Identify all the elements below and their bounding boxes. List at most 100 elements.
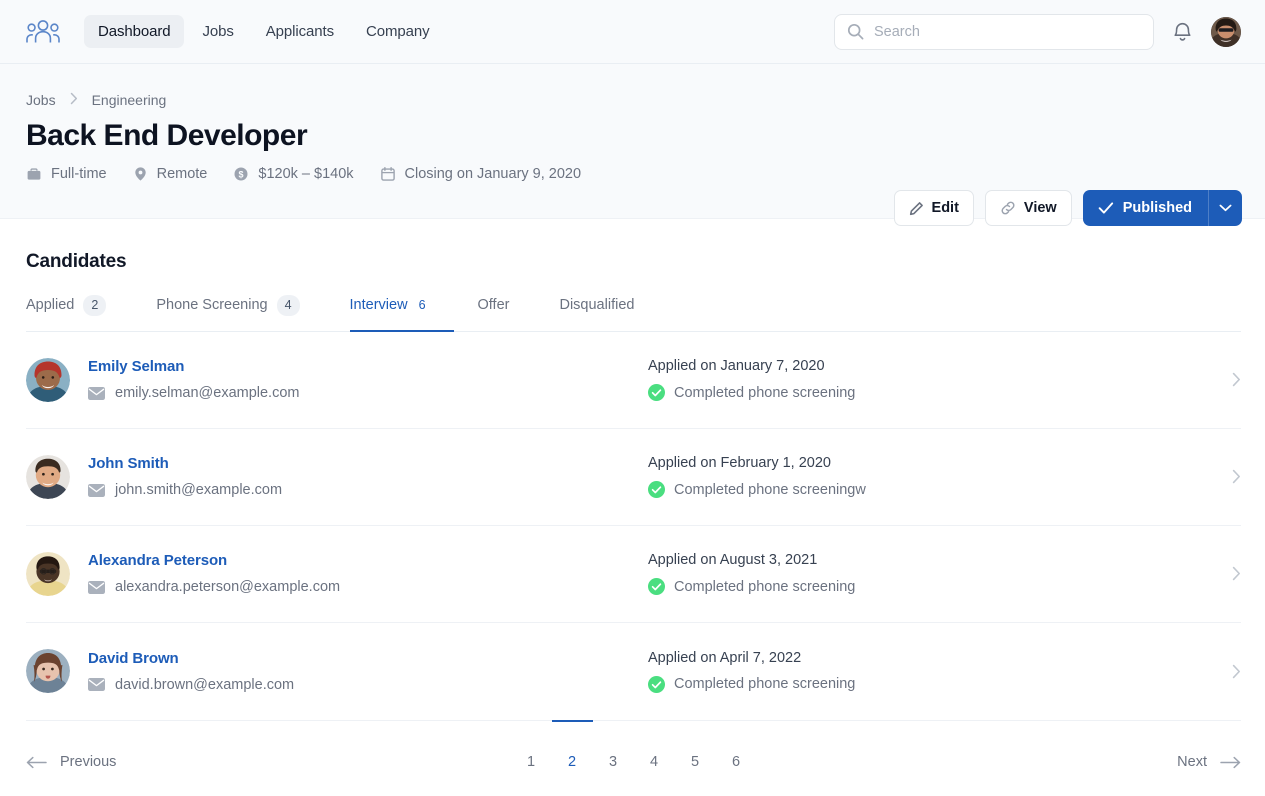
edit-button[interactable]: Edit — [894, 190, 974, 226]
candidate-status-column: Applied on February 1, 2020 Completed ph… — [648, 455, 1211, 498]
pagination-previous[interactable]: Previous — [26, 721, 116, 790]
candidate-name-link[interactable]: Alexandra Peterson — [88, 552, 648, 569]
candidate-status-column: Applied on April 7, 2022 Completed phone… — [648, 650, 1211, 693]
job-meta-closing-label: Closing on January 9, 2020 — [405, 166, 582, 182]
table-row[interactable]: David Brown david.brown@example.com Appl… — [26, 623, 1241, 720]
pagination-page-1[interactable]: 1 — [511, 720, 552, 790]
breadcrumb-jobs[interactable]: Jobs — [26, 92, 56, 108]
row-chevron[interactable] — [1211, 469, 1241, 484]
job-header-section: Jobs Engineering Back End Developer Full… — [0, 64, 1265, 219]
candidate-email-text: david.brown@example.com — [115, 677, 294, 693]
candidates-section: Candidates Applied 2 Phone Screening 4 I… — [0, 251, 1265, 790]
candidate-avatar — [26, 649, 70, 693]
tab-disqualified-label: Disqualified — [559, 297, 634, 313]
search-box[interactable] — [834, 14, 1154, 50]
candidate-name-link[interactable]: John Smith — [88, 455, 648, 472]
pagination-next[interactable]: Next — [1177, 721, 1241, 790]
chevron-right-icon — [1232, 566, 1241, 581]
search-icon — [847, 23, 864, 40]
avatar[interactable] — [1211, 17, 1241, 47]
tab-phone-screening-label: Phone Screening — [156, 297, 267, 313]
chevron-right-icon — [1232, 469, 1241, 484]
tab-applied[interactable]: Applied 2 — [26, 295, 132, 332]
candidate-email-text: alexandra.peterson@example.com — [115, 579, 340, 595]
tab-phone-screening[interactable]: Phone Screening 4 — [156, 295, 325, 332]
envelope-icon — [88, 581, 105, 594]
envelope-icon — [88, 678, 105, 691]
app-logo[interactable] — [26, 16, 70, 48]
arrow-right-icon — [1220, 756, 1241, 769]
job-meta-location-label: Remote — [157, 166, 208, 182]
candidate-email: alexandra.peterson@example.com — [88, 579, 648, 595]
calendar-icon — [380, 166, 396, 182]
candidate-status-text: Completed phone screening — [674, 385, 855, 401]
briefcase-icon — [26, 166, 42, 182]
chevron-right-icon — [1232, 664, 1241, 679]
nav-link-company[interactable]: Company — [352, 15, 444, 48]
published-status-button[interactable]: Published — [1083, 190, 1208, 226]
view-button[interactable]: View — [985, 190, 1072, 226]
nav-link-jobs[interactable]: Jobs — [188, 15, 247, 48]
check-circle-icon — [648, 481, 665, 498]
candidate-status-column: Applied on August 3, 2021 Completed phon… — [648, 552, 1211, 595]
pagination-page-3[interactable]: 3 — [593, 720, 634, 790]
tab-phone-screening-count: 4 — [277, 295, 300, 316]
row-chevron[interactable] — [1211, 566, 1241, 581]
job-meta-employment-type: Full-time — [26, 166, 107, 182]
published-dropdown-button[interactable] — [1208, 190, 1242, 226]
pagination-page-6[interactable]: 6 — [716, 720, 757, 790]
arrow-left-icon — [26, 756, 47, 769]
candidate-info: John Smith john.smith@example.com — [88, 455, 648, 498]
candidate-stage-status: Completed phone screening — [648, 676, 1211, 693]
candidate-name-link[interactable]: David Brown — [88, 650, 648, 667]
job-meta-closing-date: Closing on January 9, 2020 — [380, 166, 582, 182]
top-navigation-bar: Dashboard Jobs Applicants Company — [0, 0, 1265, 64]
candidate-info: Alexandra Peterson alexandra.peterson@ex… — [88, 552, 648, 595]
candidate-avatar — [26, 455, 70, 499]
job-meta-salary-label: $120k – $140k — [258, 166, 353, 182]
svg-text:$: $ — [239, 170, 244, 180]
search-input[interactable] — [874, 24, 1141, 40]
candidate-status-text: Completed phone screening — [674, 579, 855, 595]
candidate-email: john.smith@example.com — [88, 482, 648, 498]
tab-interview[interactable]: Interview 6 — [350, 295, 454, 332]
tab-interview-count: 6 — [417, 295, 428, 316]
published-status-button-group: Published — [1083, 190, 1242, 226]
row-chevron[interactable] — [1211, 372, 1241, 387]
nav-link-dashboard[interactable]: Dashboard — [84, 15, 184, 48]
pagination-previous-label: Previous — [60, 754, 116, 770]
candidate-name-link[interactable]: Emily Selman — [88, 358, 648, 375]
pagination-page-4[interactable]: 4 — [634, 720, 675, 790]
candidate-status-text: Completed phone screeningw — [674, 482, 866, 498]
pagination-page-5[interactable]: 5 — [675, 720, 716, 790]
currency-dollar-icon: $ — [233, 166, 249, 182]
candidate-email: emily.selman@example.com — [88, 385, 648, 401]
tab-offer[interactable]: Offer — [478, 295, 536, 332]
job-meta-location: Remote — [133, 166, 208, 182]
breadcrumb-engineering[interactable]: Engineering — [92, 92, 167, 108]
tab-disqualified[interactable]: Disqualified — [559, 295, 660, 332]
candidate-stage-status: Completed phone screeningw — [648, 481, 1211, 498]
candidates-heading: Candidates — [26, 251, 1241, 273]
table-row[interactable]: John Smith john.smith@example.com Applie… — [26, 429, 1241, 526]
table-row[interactable]: Alexandra Peterson alexandra.peterson@ex… — [26, 526, 1241, 623]
pagination-pages: 1 2 3 4 5 6 — [511, 721, 757, 790]
chevron-right-icon — [1232, 372, 1241, 387]
job-meta-salary: $ $120k – $140k — [233, 166, 353, 182]
nav-link-applicants[interactable]: Applicants — [252, 15, 348, 48]
job-meta-row: Full-time Remote $ $120k – $140k — [26, 166, 1241, 182]
primary-nav-links: Dashboard Jobs Applicants Company — [84, 15, 444, 48]
candidate-avatar — [26, 552, 70, 596]
bell-icon[interactable] — [1172, 21, 1193, 43]
job-header-actions: Edit View Published — [894, 190, 1242, 226]
candidate-info: Emily Selman emily.selman@example.com — [88, 358, 648, 401]
candidate-list: Emily Selman emily.selman@example.com Ap… — [26, 332, 1241, 720]
chevron-down-icon — [1219, 204, 1232, 212]
pagination-page-2[interactable]: 2 — [552, 720, 593, 790]
row-chevron[interactable] — [1211, 664, 1241, 679]
tab-applied-label: Applied — [26, 297, 74, 313]
check-icon — [1098, 201, 1114, 215]
candidate-info: David Brown david.brown@example.com — [88, 650, 648, 693]
table-row[interactable]: Emily Selman emily.selman@example.com Ap… — [26, 332, 1241, 429]
check-circle-icon — [648, 676, 665, 693]
